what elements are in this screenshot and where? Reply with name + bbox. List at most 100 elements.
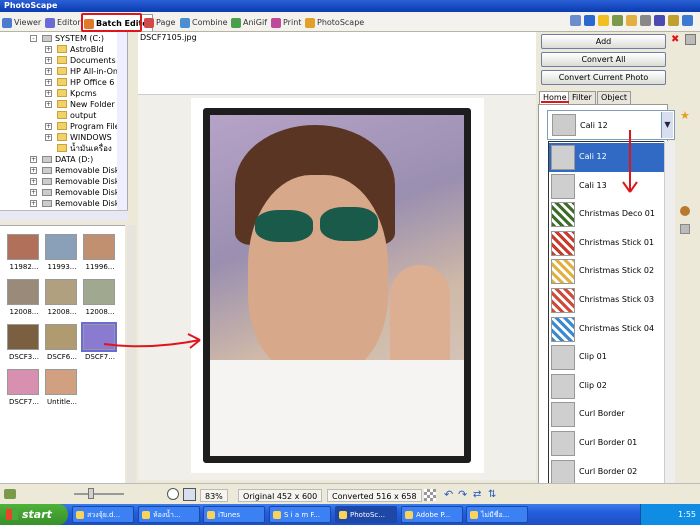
frame-option[interactable]: Curl Border 01 xyxy=(549,429,665,458)
checker-icon[interactable] xyxy=(424,489,436,501)
object-icon[interactable] xyxy=(680,206,690,216)
taskbar-item[interactable]: ไม่มีชื่อ... xyxy=(466,506,528,523)
expand-icon[interactable]: + xyxy=(30,167,37,174)
frame-option[interactable]: Christmas Deco 01 xyxy=(549,200,665,229)
tree-folder-item[interactable]: + WINDOWS xyxy=(45,132,112,143)
thumbnail-item[interactable]: DSCF7... xyxy=(5,365,41,411)
dropdown-scrollbar[interactable] xyxy=(664,141,675,486)
star-icon[interactable]: ★ xyxy=(680,110,691,121)
thumbnail-item[interactable]: DSCF3... xyxy=(5,320,41,366)
tree-folder-item[interactable]: น้ำมันเครื่อง xyxy=(57,143,112,154)
key-icon[interactable] xyxy=(668,15,679,26)
tree-drive-item[interactable]: + Removable Disk xyxy=(30,165,119,176)
expand-icon[interactable]: + xyxy=(45,101,52,108)
expand-icon[interactable]: + xyxy=(45,79,52,86)
tab-editor[interactable]: Editor xyxy=(44,14,81,31)
tree-scrollbar[interactable] xyxy=(117,32,127,210)
tab-print[interactable]: Print xyxy=(270,14,301,31)
frame-option[interactable]: Curl Border xyxy=(549,400,665,429)
thumbnail-item[interactable]: 11996... xyxy=(81,230,117,276)
tree-folder-item[interactable]: + HP Office 6 xyxy=(45,77,114,88)
thumbnail-item[interactable]: Untitle... xyxy=(43,365,79,411)
start-button[interactable]: start xyxy=(0,504,68,525)
convert-all-button[interactable]: Convert All xyxy=(541,52,666,67)
collapse-icon[interactable]: - xyxy=(30,35,37,42)
tool-icon[interactable] xyxy=(680,224,690,234)
folder-icon[interactable] xyxy=(626,15,637,26)
frame-dropdown-list[interactable]: Cali 12 Cali 13 Christmas Deco 01 Christmas… xyxy=(548,141,675,488)
tab-object[interactable]: Object xyxy=(597,91,632,104)
tree-folder-item[interactable]: + HP All-in-On xyxy=(45,66,118,77)
tab-viewer[interactable]: Viewer xyxy=(1,14,41,31)
expand-icon[interactable]: + xyxy=(45,57,52,64)
taskbar-item[interactable]: Adobe P... xyxy=(401,506,463,523)
tab-anigif[interactable]: AniGif xyxy=(230,14,267,31)
frame-option[interactable]: Christmas Stick 03 xyxy=(549,286,665,315)
expand-icon[interactable]: + xyxy=(30,156,37,163)
mirror-icon[interactable]: ⇅ xyxy=(488,489,500,501)
convert-current-photo-button[interactable]: Convert Current Photo xyxy=(541,70,666,85)
expand-icon[interactable]: + xyxy=(45,68,52,75)
frame-option[interactable]: Christmas Stick 01 xyxy=(549,229,665,258)
rotate-left-icon[interactable]: ↶ xyxy=(444,489,456,501)
frame-option[interactable]: Christmas Stick 04 xyxy=(549,315,665,344)
flip-icon[interactable]: ⇄ xyxy=(473,489,485,501)
taskbar-item[interactable]: S i a m F... xyxy=(269,506,331,523)
zoom-out-icon[interactable] xyxy=(167,488,179,500)
zoom-in-icon[interactable] xyxy=(183,488,196,501)
tab-combine[interactable]: Combine xyxy=(179,14,228,31)
tab-filter[interactable]: Filter xyxy=(568,91,596,104)
frame-option[interactable]: Cali 12 xyxy=(549,143,665,172)
expand-icon[interactable]: + xyxy=(45,90,52,97)
thumbnail-item[interactable]: 11993... xyxy=(43,230,79,276)
thumbnail-item[interactable]: DSCF6... xyxy=(43,320,79,366)
tree-folder-item[interactable]: output xyxy=(57,110,96,121)
chevron-down-icon[interactable]: ▼ xyxy=(661,112,673,138)
help-icon[interactable] xyxy=(682,15,693,26)
expand-icon[interactable]: + xyxy=(30,189,37,196)
trash-icon[interactable] xyxy=(685,34,696,45)
frame-option[interactable]: Clip 02 xyxy=(549,372,665,401)
settings-icon[interactable] xyxy=(4,489,16,499)
tree-drive-item[interactable]: - SYSTEM (C:) xyxy=(30,33,104,44)
ascii-icon[interactable] xyxy=(570,15,581,26)
tools-icon[interactable] xyxy=(612,15,623,26)
frame-option[interactable]: Clip 01 xyxy=(549,343,665,372)
tab-photoscape[interactable]: PhotoScape xyxy=(304,14,364,31)
camera-icon[interactable] xyxy=(640,15,651,26)
info-icon[interactable] xyxy=(584,15,595,26)
star-icon[interactable] xyxy=(598,15,609,26)
taskbar-item[interactable]: iTunes xyxy=(203,506,265,523)
tree-drive-item[interactable]: + DATA (D:) xyxy=(30,154,93,165)
tree-drive-item[interactable]: + Removable Disk xyxy=(30,176,119,187)
expand-icon[interactable]: + xyxy=(30,200,37,207)
expand-icon[interactable]: + xyxy=(45,46,52,53)
add-button[interactable]: Add xyxy=(541,34,666,49)
frame-option[interactable]: Christmas Stick 02 xyxy=(549,257,665,286)
folder-tree[interactable]: - SYSTEM (C:) + AstroBld + Documents + HP All-i… xyxy=(0,32,128,210)
tree-folder-item[interactable]: + New Folder xyxy=(45,99,115,110)
thumbnail-size-slider[interactable] xyxy=(74,493,124,495)
expand-icon[interactable]: + xyxy=(45,123,52,130)
tree-folder-item[interactable]: + Program File xyxy=(45,121,120,132)
tree-drive-item[interactable]: + Removable Disk xyxy=(30,198,119,209)
tree-folder-item[interactable]: + Documents xyxy=(45,55,116,66)
thumbnail-item[interactable]: 12008... xyxy=(81,275,117,321)
rotate-right-icon[interactable]: ↷ xyxy=(458,489,470,501)
expand-icon[interactable]: + xyxy=(45,134,52,141)
tree-folder-item[interactable]: + AstroBld xyxy=(45,44,104,55)
thumbnail-item[interactable]: 11982... xyxy=(5,230,41,276)
tree-drive-item[interactable]: + Removable Disk xyxy=(30,187,119,198)
frame-option[interactable]: Cali 13 xyxy=(549,172,665,201)
tab-page[interactable]: Page xyxy=(143,14,175,31)
close-icon[interactable]: ✖ xyxy=(671,35,681,45)
slider-thumb[interactable] xyxy=(88,488,94,499)
taskbar-item[interactable]: สวงจุ้ย.d... xyxy=(72,506,134,523)
thumbnail-item[interactable]: 12008... xyxy=(5,275,41,321)
exif-icon[interactable] xyxy=(654,15,665,26)
tree-horizontal-scrollbar[interactable] xyxy=(0,210,128,221)
tree-folder-item[interactable]: + Kpcms xyxy=(45,88,97,99)
frame-combobox[interactable]: Cali 12 ▼ xyxy=(547,110,675,140)
thumbnail-item[interactable]: 12008... xyxy=(43,275,79,321)
expand-icon[interactable]: + xyxy=(30,178,37,185)
